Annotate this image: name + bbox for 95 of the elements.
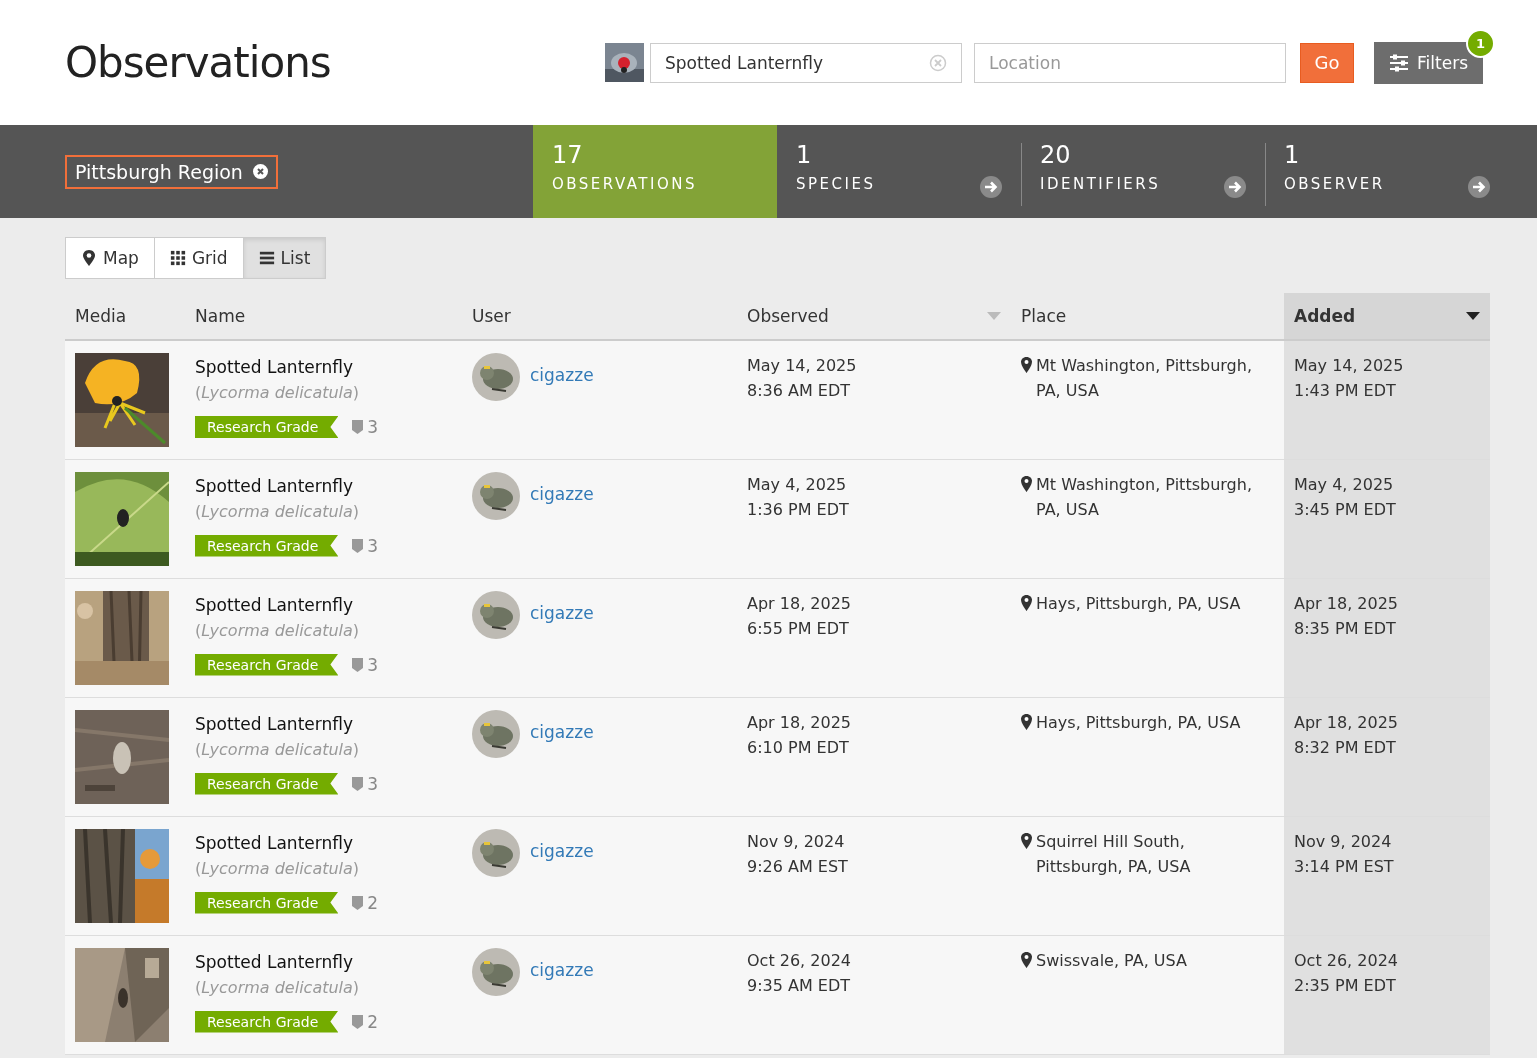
scientific-name: (Lycorma delicatula) — [195, 383, 361, 402]
location-field[interactable]: Location — [974, 42, 1287, 83]
quality-grade-label: Research Grade — [195, 653, 339, 676]
user-link[interactable]: cigazze — [530, 840, 594, 861]
clear-icon — [929, 53, 948, 72]
place-name: Squirrel Hill South, Pittsburgh, PA, USA — [1036, 830, 1192, 878]
stat-number: 20 — [1040, 141, 1072, 169]
added-date: May 14, 2025 1:43 PM EDT — [1294, 355, 1405, 402]
added-date: Oct 26, 2024 2:35 PM EDT — [1294, 949, 1399, 997]
identification-count: 2 — [367, 1011, 379, 1032]
stat-number: 17 — [552, 141, 584, 169]
added-date: Apr 18, 2025 8:32 PM EDT — [1294, 711, 1399, 759]
identification-count: 3 — [367, 654, 379, 675]
count-badge: 1 — [1466, 28, 1495, 58]
common-name[interactable]: Spotted Lanternfly — [195, 713, 452, 734]
taxon-search-field[interactable]: Spotted Lanternfly — [650, 42, 963, 83]
stat-label: IDENTIFIERS — [1040, 175, 1161, 193]
quality-grade-label: Research Grade — [195, 891, 339, 914]
user-link[interactable]: cigazze — [530, 483, 594, 504]
list-icon — [258, 249, 275, 267]
pin-icon — [1021, 832, 1032, 849]
tag-icon — [352, 776, 364, 791]
tag-icon — [352, 1014, 364, 1029]
pin-icon — [1021, 594, 1032, 611]
close-icon — [252, 164, 268, 179]
place-name: Swissvale, PA, USA — [1036, 949, 1187, 972]
pin-icon — [1021, 475, 1032, 492]
scientific-name: (Lycorma delicatula) — [195, 858, 361, 878]
common-name[interactable]: Spotted Lanternfly — [195, 951, 452, 972]
stat-number: 1 — [1284, 141, 1301, 169]
place-name: Mt Washington, Pittsburgh, PA, USA — [1036, 355, 1253, 402]
column-header[interactable]: Added — [1284, 293, 1490, 340]
user-link[interactable]: cigazze — [530, 959, 594, 980]
scientific-name: (Lycorma delicatula) — [195, 739, 361, 759]
scientific-name: (Lycorma delicatula) — [195, 977, 361, 997]
pin-icon — [1021, 357, 1032, 373]
stat-tab[interactable]: 20 IDENTIFIERS — [1021, 125, 1265, 218]
sliders-icon — [1389, 53, 1410, 72]
tag-icon — [352, 657, 364, 672]
tag-icon — [352, 895, 364, 910]
page-title: Observations — [65, 38, 332, 87]
identification-count: 2 — [367, 892, 379, 913]
identification-count: 3 — [367, 535, 379, 556]
sort-caret-icon — [987, 312, 1001, 320]
stat-number: 1 — [796, 141, 813, 169]
quality-grade-label: Research Grade — [195, 534, 339, 557]
place-name: Mt Washington, Pittsburgh, PA, USA — [1036, 473, 1253, 521]
observed-date: Apr 18, 2025 6:10 PM EDT — [747, 711, 852, 759]
header-label: Media — [75, 306, 127, 326]
observed-date: Nov 9, 2024 9:26 AM EST — [747, 830, 849, 878]
view-tab[interactable]: Map — [65, 237, 155, 279]
field-value: Spotted Lanternfly — [665, 52, 824, 73]
quality-grade-label: Research Grade — [195, 772, 339, 795]
tag-icon — [352, 538, 364, 553]
tag-icon — [352, 420, 364, 434]
pin-icon — [1021, 713, 1032, 730]
identification-count: 3 — [367, 773, 379, 794]
observed-date: Apr 18, 2025 6:55 PM EDT — [747, 592, 852, 640]
added-date: Nov 9, 2024 3:14 PM EST — [1294, 830, 1395, 878]
scientific-name: (Lycorma delicatula) — [195, 501, 361, 521]
added-date: May 4, 2025 3:45 PM EDT — [1294, 473, 1397, 521]
stat-tab[interactable]: 1 SPECIES — [777, 125, 1021, 218]
stat-label: SPECIES — [796, 175, 876, 193]
header-label: Observed — [747, 306, 829, 326]
stat-label: OBSERVER — [1284, 175, 1385, 193]
observed-date: May 14, 2025 8:36 AM EDT — [747, 355, 858, 402]
place-chip[interactable]: Pittsburgh Region — [65, 154, 278, 189]
quality-grade-label: Research Grade — [195, 1010, 339, 1033]
user-link[interactable]: cigazze — [530, 721, 594, 742]
view-tab[interactable]: List — [242, 237, 327, 279]
common-name[interactable]: Spotted Lanternfly — [195, 594, 452, 615]
stat-tab[interactable]: 1 OBSERVER — [1265, 125, 1509, 218]
stat-label: OBSERVATIONS — [552, 175, 697, 193]
place-name: Hays, Pittsburgh, PA, USA — [1036, 592, 1241, 615]
header-label: Added — [1294, 306, 1356, 326]
grid-icon — [169, 249, 186, 267]
identification-count: 3 — [367, 417, 379, 437]
observed-date: Oct 26, 2024 9:35 AM EDT — [747, 949, 852, 997]
common-name[interactable]: Spotted Lanternfly — [195, 357, 452, 377]
view-tab[interactable]: Grid — [153, 237, 244, 279]
user-link[interactable]: cigazze — [530, 365, 594, 385]
quality-grade-label: Research Grade — [195, 416, 339, 438]
added-date: Apr 18, 2025 8:35 PM EDT — [1294, 592, 1399, 640]
common-name[interactable]: Spotted Lanternfly — [195, 475, 452, 496]
pin-icon — [81, 249, 97, 267]
header-label: Name — [195, 306, 246, 326]
header-label: Place — [1021, 306, 1067, 326]
place-name: Hays, Pittsburgh, PA, USA — [1036, 711, 1241, 734]
common-name[interactable]: Spotted Lanternfly — [195, 832, 452, 853]
scientific-name: (Lycorma delicatula) — [195, 620, 361, 640]
user-link[interactable]: cigazze — [530, 602, 594, 623]
header-label: User — [472, 306, 511, 326]
observed-date: May 4, 2025 1:36 PM EDT — [747, 473, 850, 521]
pin-icon — [1021, 951, 1032, 968]
sort-caret-icon — [1466, 312, 1480, 320]
